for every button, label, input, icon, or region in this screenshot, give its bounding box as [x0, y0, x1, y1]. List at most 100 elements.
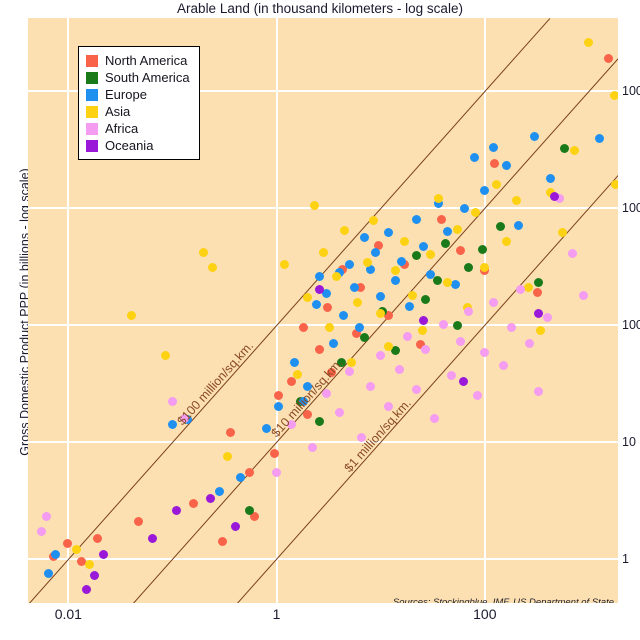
data-point [167, 397, 177, 407]
data-point [407, 290, 417, 300]
reference-line [133, 58, 618, 603]
data-point [488, 142, 498, 152]
data-point [72, 545, 82, 555]
data-point [269, 448, 279, 458]
data-point [339, 311, 349, 321]
data-point [450, 280, 460, 290]
legend-item-label: North America [105, 53, 188, 68]
data-point [470, 152, 480, 162]
x-tick-label: 0.01 [54, 606, 82, 622]
legend: North America South America Europe Asia Afri… [78, 46, 200, 160]
data-point [594, 134, 604, 144]
legend-item-asia[interactable]: Asia [86, 103, 190, 120]
data-point [245, 467, 255, 477]
data-point [432, 275, 442, 285]
data-point [455, 246, 465, 256]
data-point [92, 533, 102, 543]
legend-item-africa[interactable]: Africa [86, 120, 190, 137]
data-point [50, 549, 60, 559]
data-point [400, 236, 410, 246]
legend-item-oceania[interactable]: Oceania [86, 137, 190, 154]
legend-swatch-icon [86, 54, 98, 67]
reference-line-label: $1 million/sq.km. [341, 395, 414, 475]
data-point [245, 505, 255, 515]
scatter-chart: Arable Land (in thousand kilometers - lo… [0, 0, 640, 640]
data-point [419, 241, 429, 251]
data-point [492, 179, 502, 189]
data-point [534, 386, 544, 396]
data-point [511, 196, 521, 206]
data-point [346, 357, 356, 367]
gridline-vertical-0.01 [67, 18, 70, 603]
gridline-horizontal-1000 [28, 206, 618, 209]
data-point [368, 216, 378, 226]
data-point [274, 390, 284, 400]
data-point [280, 259, 290, 269]
data-point [421, 344, 431, 354]
data-point [340, 226, 350, 236]
data-point [298, 323, 308, 333]
data-point [532, 287, 542, 297]
data-point [371, 247, 381, 257]
data-point [344, 366, 354, 376]
data-point [354, 323, 364, 333]
data-point [217, 537, 227, 547]
data-point [419, 315, 429, 325]
gridline-vertical-100 [483, 18, 486, 603]
data-point [90, 571, 100, 581]
legend-swatch-icon [86, 139, 98, 152]
data-point [303, 410, 313, 420]
data-point [411, 251, 421, 261]
data-point [443, 226, 453, 236]
legend-item-north-america[interactable]: North America [86, 52, 190, 69]
data-point [472, 390, 482, 400]
data-point [515, 285, 525, 295]
legend-swatch-icon [86, 88, 98, 101]
data-point [309, 200, 319, 210]
data-point [604, 53, 614, 63]
data-point [425, 269, 435, 279]
data-point [376, 291, 386, 301]
legend-item-europe[interactable]: Europe [86, 86, 190, 103]
data-point [584, 37, 594, 47]
data-point [205, 493, 215, 503]
data-point [460, 204, 470, 214]
data-point [417, 325, 427, 335]
legend-swatch-icon [86, 71, 98, 84]
data-point [199, 247, 209, 257]
data-point [464, 307, 474, 317]
data-point [458, 376, 468, 386]
data-point [376, 350, 386, 360]
legend-item-south-america[interactable]: South America [86, 69, 190, 86]
data-point [328, 338, 338, 348]
data-point [167, 420, 177, 430]
data-point [235, 472, 245, 482]
data-point [568, 248, 578, 258]
data-point [323, 303, 333, 313]
data-point [62, 539, 72, 549]
data-point [558, 227, 568, 237]
data-point [501, 161, 511, 171]
data-point [172, 505, 182, 515]
data-point [225, 428, 235, 438]
source-note: Sources: Stockingblue, IMF, US Departmen… [392, 597, 614, 603]
data-point [384, 227, 394, 237]
data-point [495, 221, 505, 231]
data-point [559, 144, 569, 154]
data-point [425, 249, 435, 259]
data-point [498, 360, 508, 370]
gridline-horizontal-100 [28, 323, 618, 326]
data-point [324, 323, 334, 333]
data-point [230, 521, 240, 531]
data-point [455, 337, 465, 347]
data-point [430, 413, 440, 423]
data-point [391, 266, 401, 276]
data-point [578, 290, 588, 300]
y-tick-label: 10000 [622, 83, 640, 98]
data-point [36, 527, 46, 537]
gridline-vertical-1 [275, 18, 278, 603]
data-point [534, 309, 544, 319]
data-point [447, 370, 457, 380]
data-point [546, 173, 556, 183]
data-point [344, 259, 354, 269]
